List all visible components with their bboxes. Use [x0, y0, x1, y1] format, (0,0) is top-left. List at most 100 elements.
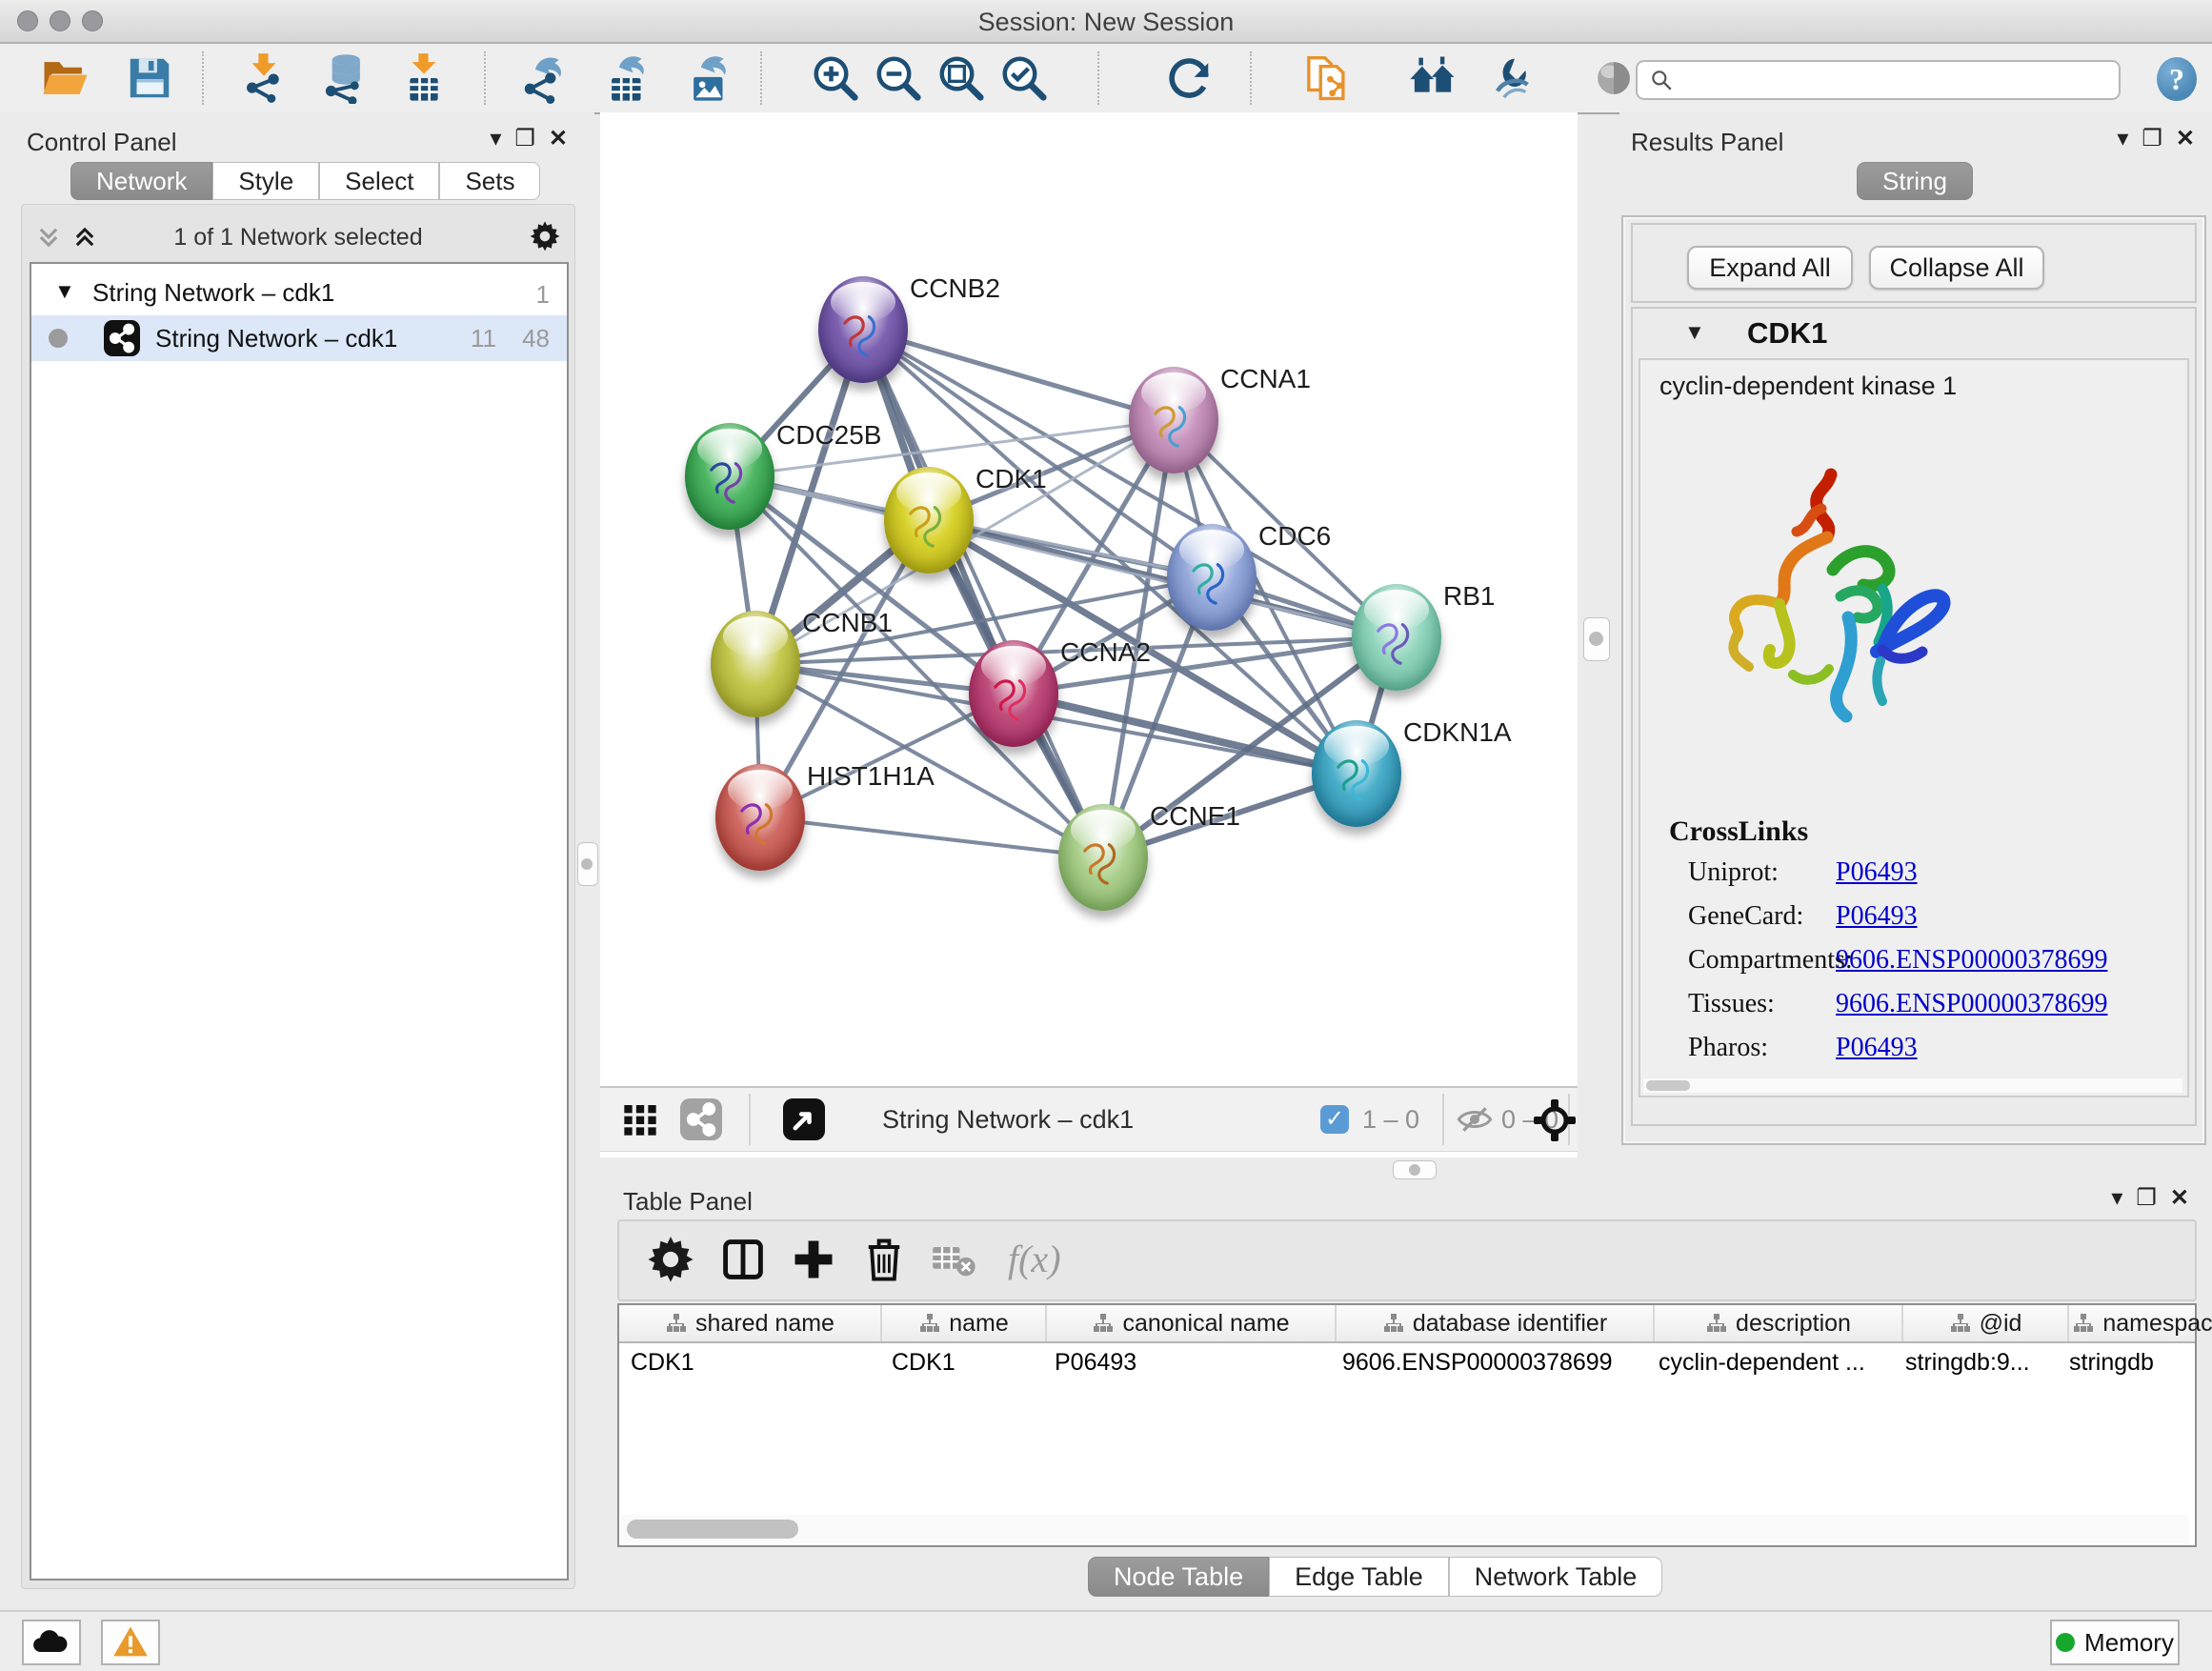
collection-expander-icon[interactable]: ▼: [54, 279, 75, 304]
table-cell[interactable]: 9606.ENSP00000378699: [1331, 1343, 1647, 1381]
clone-network-icon[interactable]: [1301, 52, 1353, 104]
crosslink-link[interactable]: P06493: [1836, 1033, 1918, 1063]
network-node-CCNB2[interactable]: [818, 276, 908, 383]
panel-float-icon[interactable]: ❐: [514, 128, 535, 151]
network-node-HIST1H1A[interactable]: [715, 764, 805, 871]
column-header-description[interactable]: description: [1655, 1305, 1903, 1341]
table-options-gear-icon[interactable]: [646, 1235, 695, 1284]
crosslink-label: GeneCard:: [1688, 901, 1803, 932]
column-header-name[interactable]: name: [882, 1305, 1047, 1341]
panel-close-icon[interactable]: ✕: [549, 128, 568, 151]
crosslink-link[interactable]: P06493: [1836, 901, 1918, 932]
column-header-namespac[interactable]: namespac: [2069, 1305, 2212, 1341]
show-hide-panel-icon[interactable]: [1489, 52, 1540, 104]
right-splitter-handle[interactable]: [1583, 617, 1610, 661]
zoom-out-icon[interactable]: [873, 52, 924, 104]
save-session-icon[interactable]: [124, 52, 175, 104]
network-node-CDC25B[interactable]: [685, 423, 774, 530]
zoom-selected-icon[interactable]: [998, 52, 1050, 104]
crosslink-link[interactable]: 9606.ENSP00000378699: [1836, 989, 2107, 1019]
collection-count: 1: [536, 280, 550, 310]
create-column-icon[interactable]: [789, 1235, 838, 1284]
refresh-icon[interactable]: [1163, 52, 1215, 104]
export-table-icon[interactable]: [602, 52, 654, 104]
column-header-database-identifier[interactable]: database identifier: [1337, 1305, 1655, 1341]
tab-network[interactable]: Network: [70, 162, 212, 200]
network-edge-CCNB2-CCNA1[interactable]: [863, 330, 1174, 420]
selected-checkbox-icon[interactable]: ✓: [1320, 1105, 1349, 1134]
zoom-in-icon[interactable]: [810, 52, 861, 104]
export-image-icon[interactable]: [684, 52, 735, 104]
export-network-icon[interactable]: [518, 52, 570, 104]
network-row-selected[interactable]: String Network – cdk1 11 48: [31, 315, 567, 361]
panel-menu-icon[interactable]: ▾: [2111, 1187, 2122, 1210]
cloud-status-button[interactable]: [22, 1620, 81, 1665]
horizontal-splitter-handle[interactable]: [1393, 1160, 1437, 1179]
grid-view-icon[interactable]: [621, 1100, 659, 1143]
network-node-CDKN1A[interactable]: [1312, 720, 1401, 827]
network-node-CCNB1[interactable]: [711, 611, 800, 717]
table-row[interactable]: CDK1CDK1P064939606.ENSP00000378699cyclin…: [619, 1343, 2195, 1381]
table-cell[interactable]: CDK1: [880, 1343, 1043, 1381]
table-tabs: Node Table Edge Table Network Table: [1088, 1557, 1662, 1597]
network-edge-HIST1H1A-CCNE1[interactable]: [760, 817, 1103, 857]
expand-all-button[interactable]: Expand All: [1687, 246, 1853, 290]
delete-column-icon[interactable]: [859, 1235, 909, 1284]
tab-network-table[interactable]: Network Table: [1449, 1557, 1663, 1597]
table-cell[interactable]: P06493: [1043, 1343, 1331, 1381]
collapse-all-button[interactable]: Collapse All: [1869, 246, 2044, 290]
detach-view-icon[interactable]: [783, 1098, 825, 1140]
panel-float-icon[interactable]: ❐: [2136, 1187, 2157, 1210]
birdseye-navigator-icon[interactable]: [1532, 1097, 1578, 1148]
inactive-eye-icon[interactable]: [1588, 52, 1639, 104]
import-network-file-icon[interactable]: [238, 52, 290, 104]
panel-float-icon[interactable]: ❐: [2142, 128, 2162, 151]
column-header-shared-name[interactable]: shared name: [619, 1305, 882, 1341]
crosslink-link[interactable]: P06493: [1836, 857, 1918, 888]
tab-select[interactable]: Select: [319, 162, 439, 200]
search-input[interactable]: [1681, 64, 2104, 94]
panel-menu-icon[interactable]: ▾: [490, 128, 501, 151]
network-node-CDK1[interactable]: [884, 467, 974, 574]
table-cell[interactable]: stringdb: [2058, 1343, 2204, 1381]
network-options-gear-icon[interactable]: [529, 220, 561, 257]
panel-menu-icon[interactable]: ▾: [2117, 128, 2128, 151]
help-icon[interactable]: ?: [2157, 57, 2197, 101]
crosslinks-block: CrossLinks Uniprot:P06493GeneCard:P06493…: [1640, 815, 2187, 1067]
open-session-icon[interactable]: [40, 52, 91, 104]
string-home-icon[interactable]: [1407, 52, 1458, 104]
network-node-CDC6[interactable]: [1167, 524, 1257, 631]
section-collapse-icon[interactable]: ▼: [1684, 320, 1705, 345]
network-node-RB1[interactable]: [1352, 584, 1441, 691]
network-node-CCNA1[interactable]: [1129, 367, 1218, 473]
import-table-icon[interactable]: [398, 52, 450, 104]
tab-sets[interactable]: Sets: [439, 162, 540, 200]
string-results-container: Expand All Collapse All ▼ CDK1 cyclin-de…: [1621, 215, 2206, 1145]
import-network-database-icon[interactable]: [318, 52, 370, 104]
zoom-fit-icon[interactable]: [935, 52, 987, 104]
tab-style[interactable]: Style: [212, 162, 319, 200]
column-header-canonical-name[interactable]: canonical name: [1047, 1305, 1337, 1341]
tab-edge-table[interactable]: Edge Table: [1269, 1557, 1449, 1597]
table-cell[interactable]: cyclin-dependent ...: [1647, 1343, 1894, 1381]
network-node-CCNA2[interactable]: [969, 640, 1058, 747]
tab-string[interactable]: String: [1857, 162, 1973, 200]
gene-section-header[interactable]: ▼ CDK1: [1633, 309, 2195, 358]
column-header--id[interactable]: @id: [1903, 1305, 2069, 1341]
string-view-icon[interactable]: [680, 1098, 722, 1140]
tab-node-table[interactable]: Node Table: [1088, 1557, 1269, 1597]
network-collection-row[interactable]: ▼ String Network – cdk1 1: [31, 272, 567, 315]
memory-button[interactable]: Memory: [2050, 1620, 2180, 1665]
results-hscrollbar[interactable]: [1643, 1078, 2182, 1093]
panel-close-icon[interactable]: ✕: [2170, 1187, 2189, 1210]
warnings-button[interactable]: [101, 1620, 160, 1665]
network-node-CCNE1[interactable]: [1058, 804, 1148, 911]
table-cell[interactable]: CDK1: [619, 1343, 880, 1381]
crosslink-link[interactable]: 9606.ENSP00000378699: [1836, 945, 2107, 976]
panel-close-icon[interactable]: ✕: [2176, 128, 2195, 151]
network-canvas[interactable]: CCNB2CCNA1CDC25BCDK1CDC6RB1CCNB1CCNA2CDK…: [600, 112, 1578, 1158]
table-hscrollbar[interactable]: [621, 1515, 2189, 1543]
table-cell[interactable]: stringdb:9...: [1894, 1343, 2058, 1381]
show-columns-icon[interactable]: [718, 1235, 768, 1284]
left-splitter-handle[interactable]: [577, 842, 598, 886]
